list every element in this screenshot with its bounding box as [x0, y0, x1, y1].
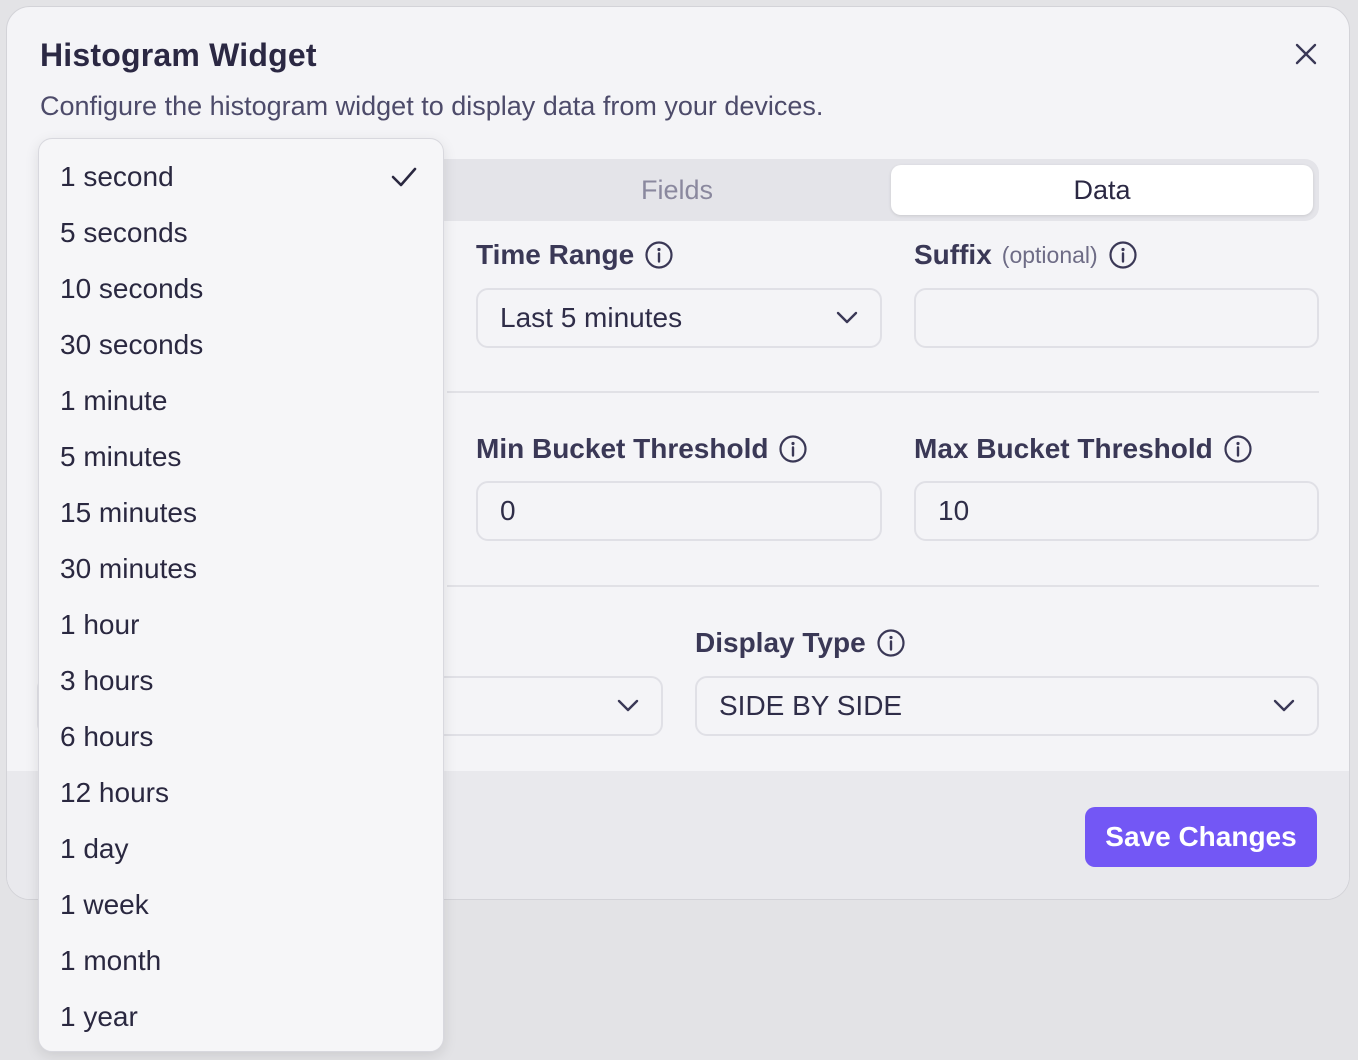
info-icon[interactable] [778, 434, 808, 464]
info-icon[interactable] [644, 240, 674, 270]
display-type-value: SIDE BY SIDE [719, 690, 903, 721]
suffix-input[interactable] [914, 288, 1319, 348]
chevron-down-icon [836, 311, 858, 325]
dropdown-option[interactable]: 1 month [39, 933, 443, 989]
close-icon [1295, 43, 1317, 65]
option-label: 1 minute [60, 385, 168, 416]
option-label: 1 day [60, 833, 129, 864]
dropdown-option[interactable]: 5 seconds [39, 205, 443, 261]
info-icon[interactable] [1108, 240, 1138, 270]
dropdown-option[interactable]: 1 week [39, 877, 443, 933]
dropdown-option[interactable]: 3 hours [39, 653, 443, 709]
time-range-select[interactable]: Last 5 minutes [476, 288, 882, 348]
min-bucket-input[interactable]: 0 [476, 481, 882, 541]
option-label: 1 hour [60, 609, 140, 640]
option-label: 5 minutes [60, 441, 182, 472]
tab-data[interactable]: Data [891, 165, 1313, 215]
dropdown-option[interactable]: 12 hours [39, 765, 443, 821]
display-type-label: Display Type [695, 627, 906, 659]
dropdown-option[interactable]: 1 year [39, 989, 443, 1045]
dropdown-option[interactable]: 6 hours [39, 709, 443, 765]
max-bucket-value: 10 [938, 495, 970, 526]
info-icon[interactable] [1223, 434, 1253, 464]
max-bucket-label: Max Bucket Threshold [914, 433, 1253, 465]
max-bucket-input[interactable]: 10 [914, 481, 1319, 541]
time-range-label: Time Range [476, 239, 674, 271]
max-bucket-label-text: Max Bucket Threshold [914, 433, 1213, 464]
dropdown-option[interactable]: 1 minute [39, 373, 443, 429]
display-type-select[interactable]: SIDE BY SIDE [695, 676, 1319, 736]
min-bucket-label-text: Min Bucket Threshold [476, 433, 769, 464]
time-range-value: Last 5 minutes [500, 302, 683, 333]
time-range-label-text: Time Range [476, 239, 635, 270]
suffix-optional-label: (optional) [1001, 241, 1098, 268]
dropdown-option[interactable]: 30 minutes [39, 541, 443, 597]
modal-subtitle: Configure the histogram widget to displa… [40, 91, 824, 121]
suffix-label-text: Suffix [914, 239, 992, 270]
check-icon [391, 163, 417, 195]
dropdown-option[interactable]: 10 seconds [39, 261, 443, 317]
close-button[interactable] [1289, 37, 1323, 71]
option-label: 1 second [60, 161, 174, 192]
dropdown-option[interactable]: 1 hour [39, 597, 443, 653]
option-label: 10 seconds [60, 273, 204, 304]
option-label: 5 seconds [60, 217, 188, 248]
save-changes-button[interactable]: Save Changes [1085, 807, 1317, 867]
display-type-label-text: Display Type [695, 627, 866, 658]
option-label: 6 hours [60, 721, 154, 752]
dropdown-option[interactable]: 5 minutes [39, 429, 443, 485]
dropdown-option[interactable]: 15 minutes [39, 485, 443, 541]
divider [447, 391, 1319, 393]
dropdown-option[interactable]: 30 seconds [39, 317, 443, 373]
tab-fields[interactable]: Fields [453, 165, 901, 215]
tab-list: Fields Data [357, 159, 1319, 221]
dropdown-option[interactable]: 1 day [39, 821, 443, 877]
suffix-label: Suffix (optional) [914, 239, 1138, 271]
min-bucket-value: 0 [500, 495, 516, 526]
chevron-down-icon [617, 699, 639, 713]
option-label: 30 minutes [60, 553, 197, 584]
info-icon[interactable] [876, 628, 906, 658]
chevron-down-icon [1273, 699, 1295, 713]
min-bucket-label: Min Bucket Threshold [476, 433, 808, 465]
modal-title: Histogram Widget [40, 37, 317, 73]
option-label: 12 hours [60, 777, 169, 808]
option-label: 3 hours [60, 665, 154, 696]
option-label: 15 minutes [60, 497, 197, 528]
option-label: 1 month [60, 945, 162, 976]
option-label: 1 year [60, 1001, 138, 1032]
option-label: 1 week [60, 889, 149, 920]
interval-dropdown-menu: 1 second 5 seconds 10 seconds 30 seconds… [38, 138, 444, 1052]
dropdown-option[interactable]: 1 second [39, 149, 443, 205]
option-label: 30 seconds [60, 329, 204, 360]
divider [447, 585, 1319, 587]
